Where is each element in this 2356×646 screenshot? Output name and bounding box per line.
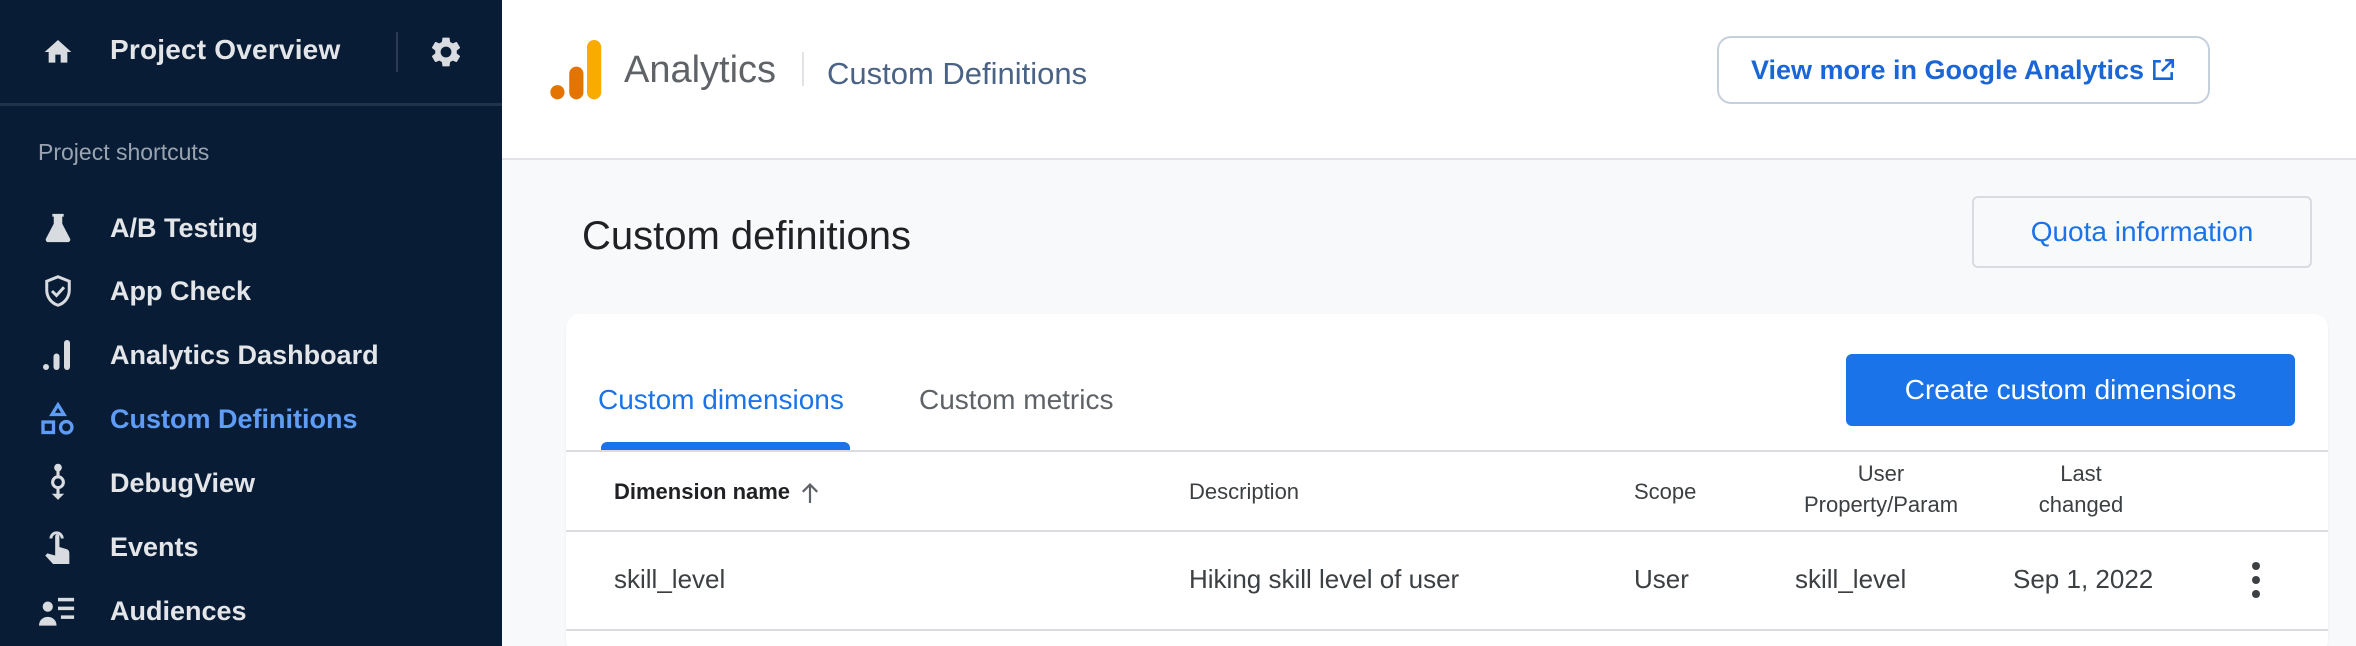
column-header-label: Property/Param [1803,492,1959,517]
sidebar-item-label: Events [110,531,199,562]
column-header-label: Dimension name [614,479,791,504]
column-header-user-property[interactable]: User Property/Param [1786,458,1976,520]
sidebar-item-label: App Check [110,275,252,306]
quota-information-button[interactable]: Quota information [1972,196,2312,268]
sidebar-item-events[interactable]: Events [0,519,502,575]
column-header-last-changed[interactable]: Last changed [2006,458,2156,520]
view-more-label: View more in Google Analytics [1750,54,2145,85]
divider [802,52,804,86]
open-in-new-icon [2153,58,2175,80]
sidebar-item-app-check[interactable]: App Check [0,263,502,319]
project-overview-link[interactable]: Project Overview [110,34,340,66]
column-header-description[interactable]: Description [1189,476,1299,507]
sidebar-item-label: Audiences [110,595,247,626]
column-header-label: Last [2060,461,2102,486]
gear-icon[interactable] [428,34,464,70]
google-analytics-logo [550,40,602,100]
sidebar-item-label: Analytics Dashboard [110,339,379,370]
active-tab-indicator [601,442,850,450]
definitions-card: Custom dimensions Custom metrics Create … [566,314,2328,646]
more-vert-icon[interactable] [2246,560,2266,600]
table-row[interactable]: skill_level Hiking skill level of user U… [566,532,2328,631]
cell-user-property: skill_level [1795,564,1907,594]
top-header: Analytics Custom Definitions View more i… [502,0,2356,160]
column-header-scope[interactable]: Scope [1634,476,1696,507]
cell-scope: User [1634,564,1689,594]
debug-icon [38,463,78,503]
tab-custom-metrics[interactable]: Custom metrics [919,384,1113,416]
bar-chart-icon [38,335,78,375]
shapes-icon [38,399,78,439]
tab-custom-dimensions[interactable]: Custom dimensions [598,384,844,416]
sidebar-item-label: DebugView [110,467,256,498]
section-label: Project shortcuts [38,139,210,165]
create-custom-dimensions-button[interactable]: Create custom dimensions [1846,354,2295,426]
sidebar: Project Overview Project shortcuts A/B T… [0,0,502,646]
sidebar-item-custom-definitions[interactable]: Custom Definitions [0,391,502,447]
header-page-name: Custom Definitions [827,56,1088,91]
project-header: Project Overview [0,0,502,106]
touch-icon [38,527,78,567]
sidebar-item-ab-testing[interactable]: A/B Testing [0,200,502,256]
sidebar-item-label: A/B Testing [110,212,258,243]
sidebar-item-analytics-dashboard[interactable]: Analytics Dashboard [0,327,502,383]
column-header-dimension-name[interactable]: Dimension name [614,476,820,507]
home-icon[interactable] [40,36,76,68]
audience-list-icon [38,591,78,631]
sort-ascending-icon [802,483,819,504]
flask-icon [38,208,78,248]
cell-description: Hiking skill level of user [1189,564,1460,594]
view-more-in-google-analytics-button[interactable]: View more in Google Analytics [1717,36,2210,104]
cell-last-changed: Sep 1, 2022 [2013,564,2154,594]
column-header-label: changed [2038,492,2124,517]
product-name: Analytics [624,49,777,91]
sidebar-item-label: Custom Definitions [110,403,358,434]
cell-dimension-name: skill_level [614,564,726,594]
sidebar-item-audiences[interactable]: Audiences [0,583,502,639]
page-title: Custom definitions [582,214,912,258]
sidebar-item-debugview[interactable]: DebugView [0,455,502,511]
divider [396,32,398,72]
shield-check-icon [38,271,78,311]
table-header: Dimension name Description Scope User Pr… [566,452,2328,532]
column-header-label: User [1857,461,1905,486]
